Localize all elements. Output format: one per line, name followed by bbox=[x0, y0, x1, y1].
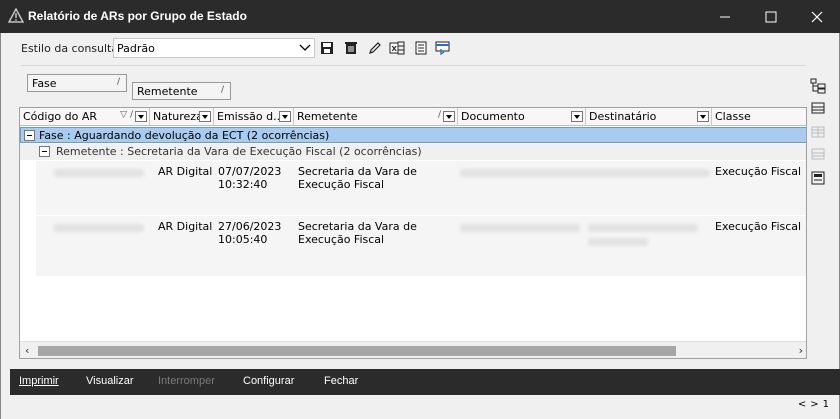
print-preview-icon[interactable] bbox=[435, 40, 451, 56]
horizontal-scrollbar[interactable]: ‹ › bbox=[20, 341, 806, 358]
redacted-documento bbox=[460, 169, 710, 177]
interromper-button[interactable]: Interromper bbox=[158, 375, 215, 387]
save-icon[interactable] bbox=[319, 40, 335, 56]
minimize-button[interactable] bbox=[702, 0, 748, 33]
pager-prev-button[interactable]: < bbox=[798, 399, 806, 410]
report-icon[interactable] bbox=[413, 40, 429, 56]
cell-classe: Execução Fiscal bbox=[715, 220, 802, 233]
maximize-button[interactable] bbox=[748, 0, 794, 33]
main-panel: Estilo da consulta Padrão X Fase / Remet… bbox=[0, 33, 840, 419]
redacted-documento bbox=[460, 224, 580, 232]
excel-export-icon[interactable]: X bbox=[389, 40, 405, 56]
visualizar-button[interactable]: Visualizar bbox=[86, 375, 134, 387]
group-label: Remetente : Secretaria da Vara de Execuç… bbox=[56, 145, 422, 158]
sort-indicator: / bbox=[437, 110, 441, 120]
imprimir-button[interactable]: Imprimir bbox=[19, 375, 59, 387]
cell-remetente: Secretaria da Vara de Execução Fiscal bbox=[298, 165, 417, 191]
redacted-destinatario bbox=[588, 238, 648, 246]
column-header-emissao[interactable]: Emissão d... bbox=[214, 108, 294, 126]
group-tree-icon[interactable] bbox=[809, 77, 827, 95]
collapse-icon[interactable] bbox=[24, 130, 35, 141]
maximize-icon bbox=[765, 11, 777, 22]
column-header-documento[interactable]: Documento bbox=[458, 108, 586, 126]
footer-bar: Imprimir Visualizar Interromper Configur… bbox=[10, 369, 726, 395]
grid-header: Código do AR ▽ / Natureza Emissão d... R… bbox=[20, 108, 806, 126]
group-chip-label: Fase bbox=[32, 77, 57, 90]
group-row-fase[interactable]: Fase : Aguardando devolução da ECT (2 oc… bbox=[20, 127, 806, 143]
columns-icon[interactable] bbox=[809, 99, 827, 117]
window-title: Relatório de ARs por Grupo de Estado bbox=[28, 9, 247, 23]
column-header-classe[interactable]: Classe bbox=[712, 108, 806, 126]
footer-side-panel bbox=[726, 369, 840, 395]
list-view-icon bbox=[811, 148, 825, 160]
delete-icon[interactable] bbox=[343, 40, 359, 56]
sort-indicator: / bbox=[220, 85, 224, 95]
redacted-codigo bbox=[54, 169, 144, 177]
summary-icon[interactable] bbox=[809, 169, 827, 187]
column-header-codigo[interactable]: Código do AR ▽ / bbox=[20, 108, 150, 126]
minimize-icon bbox=[720, 16, 730, 17]
cell-natureza: AR Digital bbox=[158, 165, 213, 178]
column-header-natureza[interactable]: Natureza bbox=[150, 108, 214, 126]
filter-dropdown-icon[interactable] bbox=[199, 111, 211, 122]
redacted-codigo bbox=[54, 224, 144, 232]
title-bar: Relatório de ARs por Grupo de Estado bbox=[0, 0, 840, 33]
column-header-destinatario[interactable]: Destinatário bbox=[586, 108, 712, 126]
group-by-area[interactable]: Fase / Remetente / bbox=[21, 65, 806, 107]
results-grid: Código do AR ▽ / Natureza Emissão d... R… bbox=[19, 107, 807, 359]
filter-dropdown-icon[interactable] bbox=[135, 111, 147, 122]
configurar-button[interactable]: Configurar bbox=[243, 375, 294, 387]
group-chip-remetente[interactable]: Remetente / bbox=[132, 82, 231, 100]
column-header-remetente[interactable]: Remetente / bbox=[294, 108, 458, 126]
warning-triangle-icon bbox=[7, 7, 25, 24]
cell-emissao: 07/07/2023 10:32:40 bbox=[218, 165, 282, 191]
edit-icon[interactable] bbox=[367, 40, 383, 56]
cell-natureza: AR Digital bbox=[158, 220, 213, 233]
estilo-label: Estilo da consulta bbox=[21, 42, 119, 55]
grid-view-icon bbox=[811, 126, 825, 138]
pager-next-button[interactable]: > bbox=[810, 399, 818, 410]
estilo-select-value: Padrão bbox=[117, 42, 155, 55]
chevron-down-icon bbox=[299, 44, 311, 51]
table-row[interactable]: AR Digital 07/07/2023 10:32:40 Secretari… bbox=[36, 161, 806, 215]
pager-page-number: 1 bbox=[822, 399, 829, 410]
cell-remetente: Secretaria da Vara de Execução Fiscal bbox=[298, 220, 417, 246]
fechar-button[interactable]: Fechar bbox=[324, 375, 358, 387]
estilo-select[interactable]: Padrão bbox=[113, 38, 315, 58]
group-chip-label: Remetente bbox=[137, 85, 198, 98]
group-chip-fase[interactable]: Fase / bbox=[27, 74, 127, 92]
scroll-left-icon[interactable]: ‹ bbox=[25, 344, 29, 357]
filter-dropdown-icon[interactable] bbox=[697, 111, 709, 122]
svg-text:X: X bbox=[392, 45, 398, 53]
cell-emissao: 27/06/2023 10:05:40 bbox=[218, 220, 282, 246]
filter-dropdown-icon[interactable] bbox=[443, 111, 455, 122]
filter-dropdown-icon[interactable] bbox=[571, 111, 583, 122]
scroll-right-icon[interactable]: › bbox=[799, 344, 803, 357]
group-row-remetente[interactable]: Remetente : Secretaria da Vara de Execuç… bbox=[20, 144, 806, 160]
close-button[interactable] bbox=[794, 0, 840, 33]
table-row[interactable]: AR Digital 27/06/2023 10:05:40 Secretari… bbox=[36, 216, 806, 276]
collapse-icon[interactable] bbox=[39, 146, 50, 157]
sort-indicator: / bbox=[116, 77, 120, 87]
filter-dropdown-icon[interactable] bbox=[279, 111, 291, 122]
scrollbar-thumb[interactable] bbox=[38, 346, 676, 356]
group-label: Fase : Aguardando devolução da ECT (2 oc… bbox=[39, 129, 330, 142]
pager: < > 1 bbox=[798, 399, 829, 410]
close-icon bbox=[811, 11, 823, 22]
redacted-destinatario bbox=[588, 224, 698, 232]
sort-indicator: ▽ / bbox=[120, 110, 133, 120]
cell-classe: Execução Fiscal bbox=[715, 165, 802, 178]
